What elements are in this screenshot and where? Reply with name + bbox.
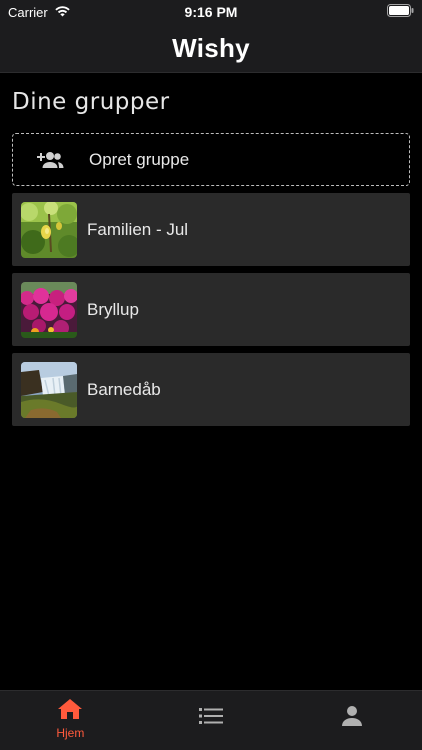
lemon-tree-photo bbox=[21, 201, 77, 258]
wifi-icon bbox=[54, 5, 71, 20]
create-group-label: Opret gruppe bbox=[89, 149, 190, 169]
person-icon bbox=[341, 705, 363, 732]
nav-bar: Wishy bbox=[0, 24, 422, 73]
status-left: Carrier bbox=[8, 5, 71, 20]
app-title: Wishy bbox=[172, 32, 250, 63]
tab-list[interactable] bbox=[141, 691, 282, 750]
group-item-bryllup[interactable]: Bryllup bbox=[12, 273, 410, 346]
group-name: Bryllup bbox=[87, 299, 139, 319]
add-group-icon bbox=[23, 150, 75, 170]
tab-bar: Hjem bbox=[0, 690, 422, 750]
group-item-familien-jul[interactable]: Familien - Jul bbox=[12, 193, 410, 266]
pink-flowers-photo bbox=[21, 281, 77, 338]
status-bar: Carrier 9:16 PM bbox=[0, 0, 422, 24]
home-icon bbox=[57, 698, 83, 725]
section-title: Dine grupper bbox=[12, 89, 170, 115]
tab-label-hjem: Hjem bbox=[56, 725, 85, 740]
group-name: Barnedåb bbox=[87, 379, 161, 399]
group-name: Familien - Jul bbox=[87, 219, 189, 239]
tab-hjem[interactable]: Hjem bbox=[0, 691, 141, 750]
battery-icon bbox=[387, 4, 414, 20]
tab-profile[interactable] bbox=[281, 691, 422, 750]
carrier-label: Carrier bbox=[8, 4, 48, 20]
waterfall-photo bbox=[21, 361, 77, 418]
group-list: Familien - Jul Bryllup Barnedåb bbox=[12, 193, 410, 433]
create-group-button[interactable]: Opret gruppe bbox=[12, 133, 410, 186]
group-item-barnedab[interactable]: Barnedåb bbox=[12, 353, 410, 426]
list-icon bbox=[199, 706, 223, 731]
